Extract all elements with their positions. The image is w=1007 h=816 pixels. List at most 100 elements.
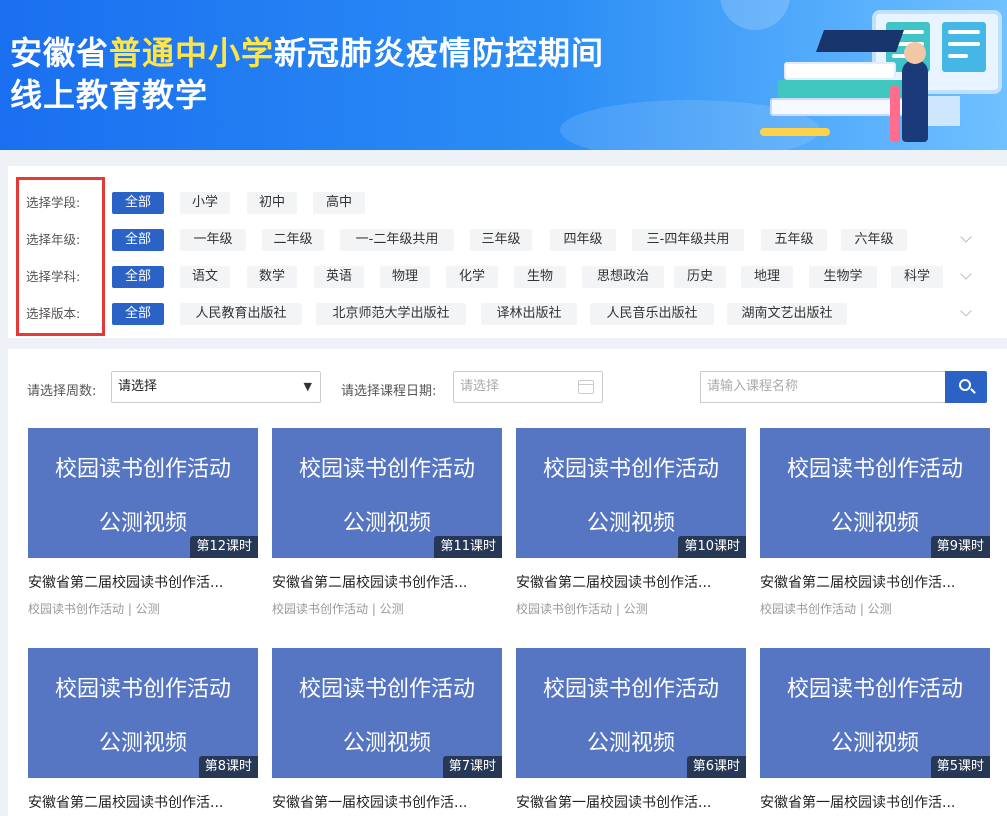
filter-chip-subject[interactable]: 历史 bbox=[674, 266, 726, 288]
course-title[interactable]: 安徽省第一届校园读书创作活... bbox=[516, 792, 746, 812]
filter-chip-subject[interactable]: 语文 bbox=[180, 266, 230, 288]
course-card[interactable]: 校园读书创作活动 公测视频 第12课时安徽省第二届校园读书创作活... 校园读书创作活… bbox=[28, 428, 258, 617]
thumbnail-line2: 公测视频 bbox=[342, 731, 431, 756]
lesson-badge: 第5课时 bbox=[930, 756, 990, 778]
dropdown-arrow-icon: ▼ bbox=[303, 380, 312, 393]
course-thumbnail[interactable]: 校园读书创作活动 公测视频 第9课时 bbox=[760, 428, 990, 558]
lesson-badge: 第11课时 bbox=[434, 536, 502, 558]
filter-chip-subject[interactable]: 全部 bbox=[112, 266, 164, 288]
expand-chevron-down-icon[interactable] bbox=[961, 232, 973, 244]
filter-chip-subject[interactable]: 英语 bbox=[314, 266, 364, 288]
filter-chip-stage[interactable]: 初中 bbox=[247, 192, 297, 214]
course-title[interactable]: 安徽省第二届校园读书创作活... bbox=[28, 572, 258, 592]
course-thumbnail[interactable]: 校园读书创作活动 公测视频 第6课时 bbox=[516, 648, 746, 778]
course-meta: 校园读书创作活动 | 公测 bbox=[272, 602, 404, 616]
thumbnail-line1: 校园读书创作活动 bbox=[298, 457, 475, 482]
thumbnail-line1: 校园读书创作活动 bbox=[54, 457, 231, 482]
course-title[interactable]: 安徽省第二届校园读书创作活... bbox=[760, 572, 990, 592]
filter-chip-subject[interactable]: 生物 bbox=[514, 266, 566, 288]
course-card[interactable]: 校园读书创作活动 公测视频 第9课时安徽省第二届校园读书创作活... 校园读书创作活动… bbox=[760, 428, 990, 617]
filter-chip-stage[interactable]: 小学 bbox=[180, 192, 230, 214]
filter-chip-grade[interactable]: 五年级 bbox=[761, 229, 827, 251]
course-title[interactable]: 安徽省第二届校园读书创作活... bbox=[28, 792, 258, 812]
date-picker-input[interactable]: 请选择 bbox=[453, 371, 603, 403]
pencil-icon bbox=[890, 86, 900, 142]
filter-chip-grade[interactable]: 全部 bbox=[112, 229, 164, 251]
course-card[interactable]: 校园读书创作活动 公测视频 第6课时安徽省第一届校园读书创作活... bbox=[516, 648, 746, 812]
course-meta: 校园读书创作活动 | 公测 bbox=[28, 602, 160, 616]
thumbnail-line2: 公测视频 bbox=[830, 731, 919, 756]
filter-chip-publisher[interactable]: 北京师范大学出版社 bbox=[316, 303, 466, 325]
header-banner: 安徽省普通中小学新冠肺炎疫情防控期间 线上教育教学 bbox=[0, 0, 1007, 150]
search-icon bbox=[959, 379, 971, 391]
filter-chip-publisher[interactable]: 湖南文艺出版社 bbox=[727, 303, 847, 325]
course-thumbnail[interactable]: 校园读书创作活动 公测视频 第5课时 bbox=[760, 648, 990, 778]
course-title[interactable]: 安徽省第一届校园读书创作活... bbox=[760, 792, 990, 812]
thumbnail-line1: 校园读书创作活动 bbox=[786, 457, 963, 482]
course-title[interactable]: 安徽省第二届校园读书创作活... bbox=[516, 572, 746, 592]
filter-chip-subject[interactable]: 思想政治 bbox=[582, 266, 664, 288]
lesson-badge: 第10课时 bbox=[678, 536, 746, 558]
filter-chip-grade[interactable]: 四年级 bbox=[550, 229, 616, 251]
student-illustration bbox=[902, 42, 928, 142]
course-thumbnail[interactable]: 校园读书创作活动 公测视频 第10课时 bbox=[516, 428, 746, 558]
filter-label-publisher: 选择版本: bbox=[26, 306, 81, 321]
filter-chip-subject[interactable]: 地理 bbox=[741, 266, 793, 288]
lesson-badge: 第9课时 bbox=[930, 536, 990, 558]
filter-chip-publisher[interactable]: 人民音乐出版社 bbox=[590, 303, 714, 325]
search-button[interactable] bbox=[945, 371, 987, 403]
filter-chip-stage[interactable]: 全部 bbox=[112, 192, 164, 214]
course-thumbnail[interactable]: 校园读书创作活动 公测视频 第11课时 bbox=[272, 428, 502, 558]
thumbnail-line2: 公测视频 bbox=[830, 511, 919, 536]
graduation-cap-icon bbox=[815, 30, 905, 52]
date-label: 请选择课程日期: bbox=[341, 384, 437, 399]
course-card[interactable]: 校园读书创作活动 公测视频 第7课时安徽省第一届校园读书创作活... bbox=[272, 648, 502, 812]
filter-chip-subject[interactable]: 生物学 bbox=[809, 266, 877, 288]
thumbnail-line1: 校园读书创作活动 bbox=[542, 457, 719, 482]
calendar-icon bbox=[578, 380, 594, 394]
course-card[interactable]: 校园读书创作活动 公测视频 第11课时安徽省第二届校园读书创作活... 校园读书创作活… bbox=[272, 428, 502, 617]
filter-chip-subject[interactable]: 化学 bbox=[446, 266, 498, 288]
filter-label-subject: 选择学科: bbox=[26, 269, 81, 284]
course-card[interactable]: 校园读书创作活动 公测视频 第10课时安徽省第二届校园读书创作活... 校园读书创作活… bbox=[516, 428, 746, 617]
filter-chip-publisher[interactable]: 人民教育出版社 bbox=[180, 303, 302, 325]
week-label: 请选择周数: bbox=[27, 384, 97, 399]
thumbnail-line2: 公测视频 bbox=[342, 511, 431, 536]
week-select[interactable]: 请选择 ▼ bbox=[111, 371, 321, 403]
filter-chip-subject[interactable]: 物理 bbox=[380, 266, 430, 288]
page-title: 安徽省普通中小学新冠肺炎疫情防控期间 线上教育教学 bbox=[10, 34, 605, 114]
course-thumbnail[interactable]: 校园读书创作活动 公测视频 第7课时 bbox=[272, 648, 502, 778]
filter-chip-subject[interactable]: 科学 bbox=[891, 266, 943, 288]
course-card[interactable]: 校园读书创作活动 公测视频 第5课时安徽省第一届校园读书创作活... bbox=[760, 648, 990, 812]
filter-chip-grade[interactable]: 一年级 bbox=[180, 229, 246, 251]
course-title[interactable]: 安徽省第一届校园读书创作活... bbox=[272, 792, 502, 812]
course-title[interactable]: 安徽省第二届校园读书创作活... bbox=[272, 572, 502, 592]
expand-chevron-down-icon[interactable] bbox=[961, 306, 973, 318]
thumbnail-line1: 校园读书创作活动 bbox=[298, 677, 475, 702]
filter-chip-grade[interactable]: 二年级 bbox=[262, 229, 324, 251]
thumbnail-line2: 公测视频 bbox=[586, 511, 675, 536]
filter-chip-grade[interactable]: 三-四年级共用 bbox=[632, 229, 744, 251]
thumbnail-line1: 校园读书创作活动 bbox=[54, 677, 231, 702]
filter-chip-publisher[interactable]: 全部 bbox=[112, 303, 164, 325]
thumbnail-line2: 公测视频 bbox=[98, 731, 187, 756]
lesson-badge: 第7课时 bbox=[442, 756, 502, 778]
course-thumbnail[interactable]: 校园读书创作活动 公测视频 第12课时 bbox=[28, 428, 258, 558]
filter-chip-subject[interactable]: 数学 bbox=[247, 266, 297, 288]
filter-chip-grade[interactable]: 三年级 bbox=[470, 229, 532, 251]
filter-chip-publisher[interactable]: 译林出版社 bbox=[481, 303, 577, 325]
filter-label-stage: 选择学段: bbox=[26, 195, 81, 210]
course-thumbnail[interactable]: 校园读书创作活动 公测视频 第8课时 bbox=[28, 648, 258, 778]
filter-chip-grade[interactable]: 一-二年级共用 bbox=[340, 229, 454, 251]
course-card[interactable]: 校园读书创作活动 公测视频 第8课时安徽省第二届校园读书创作活... bbox=[28, 648, 258, 812]
filter-chip-grade[interactable]: 六年级 bbox=[841, 229, 907, 251]
lesson-badge: 第12课时 bbox=[190, 536, 258, 558]
course-search-input[interactable]: 请输入课程名称 bbox=[700, 371, 946, 403]
filter-label-grade: 选择年级: bbox=[26, 232, 81, 247]
course-meta: 校园读书创作活动 | 公测 bbox=[760, 602, 892, 616]
course-meta: 校园读书创作活动 | 公测 bbox=[516, 602, 648, 616]
filter-chip-stage[interactable]: 高中 bbox=[313, 192, 365, 214]
lesson-badge: 第6课时 bbox=[686, 756, 746, 778]
book-illustration bbox=[770, 98, 910, 116]
expand-chevron-down-icon[interactable] bbox=[961, 269, 973, 281]
